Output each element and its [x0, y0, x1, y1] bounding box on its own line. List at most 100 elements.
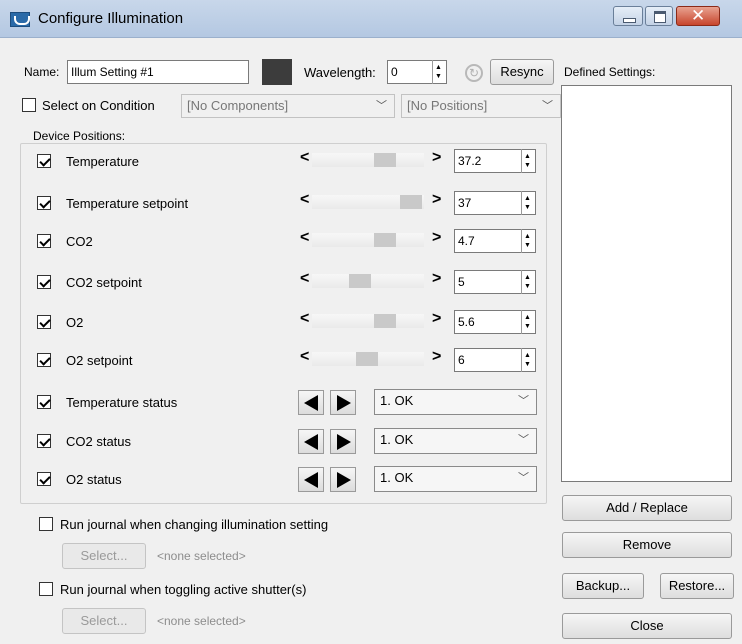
device-slider[interactable] [312, 352, 424, 366]
device-checkbox[interactable] [37, 154, 51, 168]
run-journal-illum-checkbox[interactable] [39, 517, 53, 531]
select-journal-illum-button[interactable]: Select... [62, 543, 146, 569]
slider-right-arrow[interactable]: > [432, 349, 441, 365]
device-checkbox[interactable] [37, 196, 51, 210]
name-input[interactable]: Illum Setting #1 [67, 60, 249, 84]
status-label: O2 status [66, 472, 122, 487]
previous-state-button[interactable] [298, 390, 324, 415]
defined-settings-label: Defined Settings: [564, 65, 656, 79]
right-triangle-icon [337, 395, 351, 411]
minimize-icon [623, 18, 636, 23]
status-combo-value: 1. OK [380, 393, 414, 408]
title-bar: Configure Illumination ✕ [0, 0, 742, 38]
run-journal-shutter-label: Run journal when toggling active shutter… [60, 582, 307, 597]
device-label: CO2 [66, 234, 93, 249]
device-slider[interactable] [312, 195, 424, 209]
wavelength-label: Wavelength: [304, 65, 376, 80]
status-combo[interactable]: 1. OK ﹀ [374, 466, 537, 492]
device-checkbox[interactable] [37, 234, 51, 248]
device-label: O2 setpoint [66, 353, 133, 368]
status-combo[interactable]: 1. OK ﹀ [374, 389, 537, 415]
slider-right-arrow[interactable]: > [432, 192, 441, 208]
window-title: Configure Illumination [38, 10, 184, 27]
previous-state-button[interactable] [298, 467, 324, 492]
right-triangle-icon [337, 472, 351, 488]
components-combo[interactable]: [No Components] ﹀ [181, 94, 395, 118]
device-value-spinner[interactable]: ▲ ▼ [521, 191, 535, 215]
status-checkbox[interactable] [37, 395, 51, 409]
maximize-icon [654, 11, 666, 23]
slider-left-arrow[interactable]: < [300, 271, 309, 287]
left-triangle-icon [304, 472, 318, 488]
device-value-spinner[interactable]: ▲ ▼ [521, 348, 535, 372]
slider-right-arrow[interactable]: > [432, 271, 441, 287]
components-combo-value: [No Components] [187, 98, 289, 113]
device-checkbox[interactable] [37, 275, 51, 289]
color-swatch[interactable] [262, 59, 292, 85]
minimize-button[interactable] [613, 6, 643, 26]
chevron-down-icon: ﹀ [518, 395, 529, 407]
device-slider[interactable] [312, 274, 424, 288]
device-value-spinner[interactable]: ▲ ▼ [521, 310, 535, 334]
slider-right-arrow[interactable]: > [432, 311, 441, 327]
restore-button[interactable]: Restore... [660, 573, 734, 599]
device-checkbox[interactable] [37, 353, 51, 367]
slider-left-arrow[interactable]: < [300, 230, 309, 246]
maximize-button[interactable] [645, 6, 673, 26]
next-state-button[interactable] [330, 390, 356, 415]
device-positions-label: Device Positions: [30, 129, 129, 143]
device-slider[interactable] [312, 314, 424, 328]
name-label: Name: [24, 65, 60, 79]
chevron-down-icon: ﹀ [518, 472, 529, 484]
previous-state-button[interactable] [298, 429, 324, 454]
select-journal-shutter-button[interactable]: Select... [62, 608, 146, 634]
wavelength-sync-icon[interactable]: ↻ [465, 64, 483, 82]
add-replace-button[interactable]: Add / Replace [562, 495, 732, 521]
slider-left-arrow[interactable]: < [300, 192, 309, 208]
device-value-spinner[interactable]: ▲ ▼ [521, 229, 535, 253]
close-icon: ✕ [691, 6, 706, 26]
close-window-button[interactable]: ✕ [676, 6, 720, 26]
left-triangle-icon [304, 434, 318, 450]
status-checkbox[interactable] [37, 434, 51, 448]
select-on-condition-label: Select on Condition [42, 98, 155, 113]
slider-left-arrow[interactable]: < [300, 150, 309, 166]
close-button[interactable]: Close [562, 613, 732, 639]
slider-thumb[interactable] [374, 233, 396, 247]
status-label: CO2 status [66, 434, 132, 449]
slider-thumb[interactable] [356, 352, 378, 366]
journal-illum-none-selected: <none selected> [157, 549, 246, 563]
positions-combo[interactable]: [No Positions] ﹀ [401, 94, 561, 118]
device-value-spinner[interactable]: ▲ ▼ [521, 149, 535, 173]
resync-button[interactable]: Resync [490, 59, 554, 85]
status-label: Temperature status [66, 395, 178, 410]
device-value-spinner[interactable]: ▲ ▼ [521, 270, 535, 294]
device-label: O2 [66, 315, 84, 330]
left-triangle-icon [304, 395, 318, 411]
select-on-condition-checkbox[interactable] [22, 98, 36, 112]
status-checkbox[interactable] [37, 472, 51, 486]
slider-right-arrow[interactable]: > [432, 230, 441, 246]
backup-button[interactable]: Backup... [562, 573, 644, 599]
wavelength-spinner[interactable]: ▲ ▼ [432, 60, 446, 84]
slider-thumb[interactable] [400, 195, 422, 209]
right-triangle-icon [337, 434, 351, 450]
device-checkbox[interactable] [37, 315, 51, 329]
positions-combo-value: [No Positions] [407, 98, 488, 113]
run-journal-shutter-checkbox[interactable] [39, 582, 53, 596]
slider-left-arrow[interactable]: < [300, 311, 309, 327]
chevron-down-icon: ﹀ [376, 100, 387, 112]
device-slider[interactable] [312, 233, 424, 247]
slider-right-arrow[interactable]: > [432, 150, 441, 166]
slider-thumb[interactable] [374, 314, 396, 328]
next-state-button[interactable] [330, 429, 356, 454]
slider-thumb[interactable] [374, 153, 396, 167]
next-state-button[interactable] [330, 467, 356, 492]
device-label: Temperature setpoint [66, 196, 189, 211]
remove-button[interactable]: Remove [562, 532, 732, 558]
slider-thumb[interactable] [349, 274, 371, 288]
status-combo[interactable]: 1. OK ﹀ [374, 428, 537, 454]
defined-settings-list[interactable] [561, 85, 732, 482]
device-slider[interactable] [312, 153, 424, 167]
slider-left-arrow[interactable]: < [300, 349, 309, 365]
